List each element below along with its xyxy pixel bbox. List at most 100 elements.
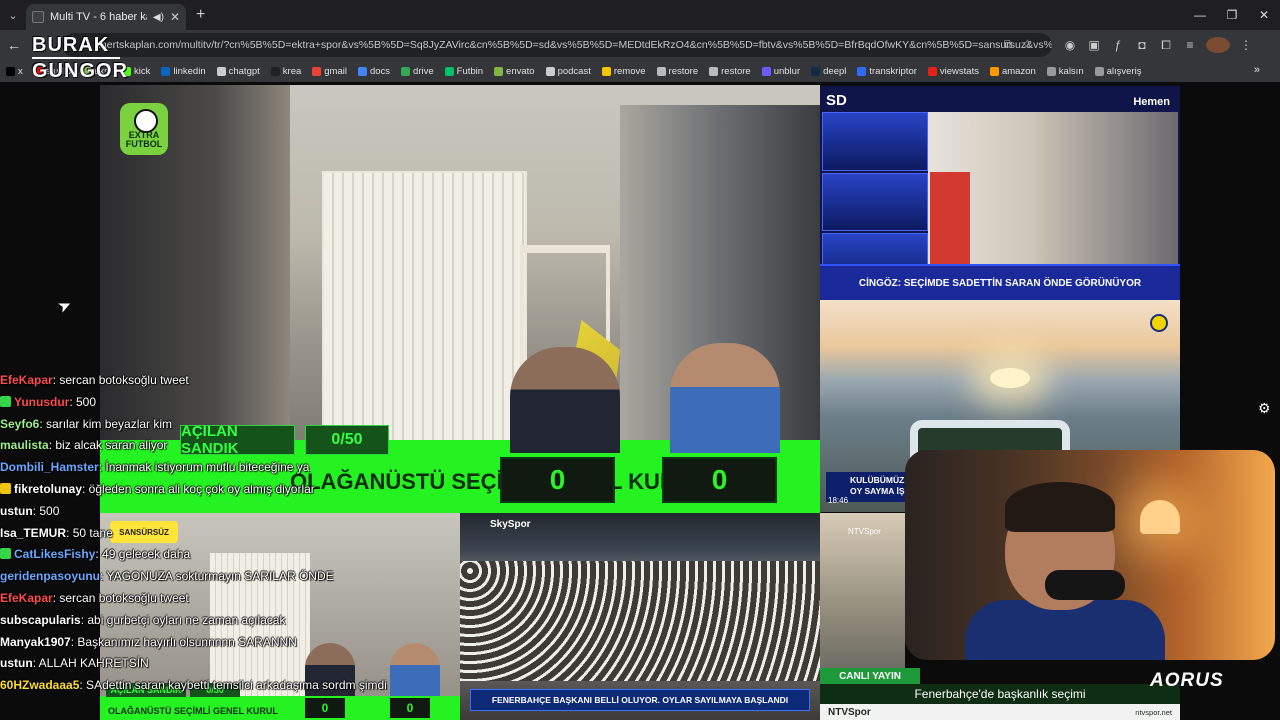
sunset-sun bbox=[990, 368, 1030, 388]
sport-headline: CİNGÖZ: SEÇİMDE SADETTİN SARAN ÖNDE GÖRÜ… bbox=[820, 264, 1180, 300]
fenerbahce-crest-icon bbox=[1150, 314, 1168, 332]
screen: ⌄ Multi TV - 6 haber kanalını aynı anda … bbox=[0, 0, 1280, 720]
aorus-logo: AORUS bbox=[1150, 670, 1224, 691]
chat-username[interactable]: CatLikesFishy bbox=[14, 547, 95, 561]
settings-gear-icon[interactable]: ⚙ bbox=[1258, 400, 1271, 417]
chat-username[interactable]: Seyfo6 bbox=[0, 417, 39, 431]
bookmark-favicon-icon bbox=[1046, 66, 1056, 76]
chat-message: maulista: biz alcak saran aliyor bbox=[0, 435, 460, 457]
chat-username[interactable]: 60HZwadaaa5 bbox=[0, 678, 79, 692]
bookmark-item[interactable]: x bbox=[6, 66, 23, 77]
chat-text: : öğleden sonra ali koç çok oy almış diy… bbox=[82, 481, 315, 496]
bookmark-item[interactable]: drive bbox=[401, 66, 434, 77]
bookmark-item[interactable]: gmail bbox=[312, 66, 347, 77]
back-button[interactable]: ← bbox=[0, 37, 28, 53]
chat-username[interactable]: Yunusdur bbox=[14, 395, 69, 409]
chat-username[interactable]: ustun bbox=[0, 504, 33, 518]
tab-title: Multi TV - 6 haber kanalını aynı anda bbox=[50, 11, 147, 23]
extension-image-icon[interactable]: ▣ bbox=[1082, 38, 1106, 52]
bookmark-item[interactable]: restore bbox=[656, 65, 699, 77]
extension-eyes-icon[interactable]: ◉ bbox=[1058, 38, 1082, 52]
bookmark-item[interactable]: docs bbox=[357, 65, 391, 77]
minimize-button[interactable]: — bbox=[1184, 0, 1216, 30]
bookmark-label: docs bbox=[369, 65, 391, 77]
bookmark-star-icon[interactable]: ⧉☆ bbox=[1004, 37, 1042, 52]
bookmark-item[interactable]: restore bbox=[709, 66, 751, 77]
bookmark-item[interactable]: chatgpt bbox=[216, 66, 260, 77]
chat-message: Isa_TEMUR: 50 tane bbox=[0, 523, 460, 545]
ntv-brand: NTVSpor bbox=[828, 706, 871, 718]
vote-count-right: 0 bbox=[662, 457, 777, 503]
bookmark-item[interactable]: transkriptor bbox=[857, 66, 917, 77]
extension-ft-icon[interactable]: ƒ bbox=[1106, 38, 1130, 52]
bookmark-item[interactable]: envato bbox=[494, 66, 535, 77]
bookmark-item[interactable]: krea bbox=[270, 66, 301, 77]
bookmark-item[interactable]: Futbin bbox=[444, 65, 484, 77]
tab-close-icon[interactable]: ✕ bbox=[170, 10, 180, 24]
skyspor-player[interactable]: SkySpor FENERBAHÇE BAŞKANI BELLİ OLUYOR.… bbox=[460, 513, 820, 720]
tab-multitv[interactable]: Multi TV - 6 haber kanalını aynı anda ◀)… bbox=[26, 4, 186, 30]
tab-audio-icon[interactable]: ◀) bbox=[153, 12, 164, 23]
chat-username[interactable]: subscapularis bbox=[0, 613, 81, 627]
chat-username[interactable]: maulista bbox=[0, 438, 49, 452]
chat-username[interactable]: fikretolunay bbox=[14, 482, 82, 496]
bookmark-label: podcast bbox=[557, 65, 591, 77]
chat-username[interactable]: Dombili_Hamster bbox=[0, 460, 99, 474]
extension-camera-icon[interactable]: ◘ bbox=[1130, 38, 1154, 52]
maximize-button[interactable]: ❐ bbox=[1216, 0, 1248, 30]
bookmark-favicon-icon bbox=[709, 66, 719, 76]
bookmark-item[interactable]: linkedin bbox=[161, 65, 206, 77]
bookmark-label: restore bbox=[668, 65, 699, 77]
media-control-icon[interactable]: ≡ bbox=[1178, 38, 1202, 52]
bookmark-item[interactable]: viewstats bbox=[927, 66, 979, 77]
sport-digital-player[interactable]: SD Hemen CİNGÖZ: SEÇİMDE SADETTİN SARAN … bbox=[820, 86, 1180, 300]
streamer-logo: BURAK GUNGOR bbox=[32, 33, 127, 83]
chat-username[interactable]: EfeKapar bbox=[0, 373, 53, 387]
bookmark-label: envato bbox=[506, 65, 535, 77]
bookmark-favicon-icon bbox=[656, 66, 666, 76]
bookmark-item[interactable]: amazon bbox=[989, 65, 1036, 77]
bookmark-label: Futbin bbox=[456, 65, 484, 77]
vote-count-left: 0 bbox=[500, 457, 615, 503]
bookmark-item[interactable]: unblur bbox=[761, 65, 801, 77]
chat-username[interactable]: geridenpasoyunu bbox=[0, 569, 100, 583]
chat-username[interactable]: Isa_TEMUR bbox=[0, 526, 66, 540]
chat-text: : sercan botoksoğlu tweet bbox=[52, 590, 189, 605]
bookmark-label: gmail bbox=[324, 65, 347, 77]
candidate-right-photo bbox=[670, 343, 780, 453]
chat-text: : Başkanımız hayırlı olsunnnnn SARANNN bbox=[70, 634, 297, 649]
bookmark-label: alışveriş bbox=[1106, 65, 1142, 77]
chat-username[interactable]: EfeKapar bbox=[0, 591, 53, 605]
bookmark-item[interactable]: podcast bbox=[545, 65, 591, 77]
chat-message: Yunusdur: 500 bbox=[0, 392, 460, 414]
bookmark-item[interactable]: kalsın bbox=[1046, 66, 1084, 77]
bookmark-label: linkedin bbox=[173, 65, 206, 77]
bookmark-item[interactable]: remove bbox=[601, 65, 646, 77]
bookmark-label: remove bbox=[613, 65, 646, 77]
extensions-puzzle-icon[interactable]: ⧠ bbox=[1154, 38, 1178, 53]
tab-search-icon[interactable]: ⌄ bbox=[0, 0, 26, 30]
new-tab-button[interactable]: + bbox=[196, 6, 205, 24]
profile-avatar[interactable] bbox=[1206, 37, 1230, 53]
skyspor-headline: FENERBAHÇE BAŞKANI BELLİ OLUYOR. OYLAR S… bbox=[470, 689, 810, 711]
bookmark-label: transkriptor bbox=[869, 65, 917, 77]
chat-badge-icon bbox=[0, 395, 11, 407]
bookmark-item[interactable]: alışveriş bbox=[1094, 65, 1142, 77]
ntvspor-watermark: NTVSpor bbox=[848, 527, 881, 536]
microphone bbox=[1045, 570, 1125, 600]
chat-username[interactable]: Manyak1907 bbox=[0, 635, 71, 649]
sd-logo: SD bbox=[826, 92, 847, 109]
menu-icon[interactable]: ⋮ bbox=[1234, 38, 1258, 52]
close-window-button[interactable]: ✕ bbox=[1248, 0, 1280, 30]
address-bar[interactable]: mertskaplan.com/multitv/tr/?cn%5B%5D=ekt… bbox=[62, 33, 1052, 57]
bookmark-label: amazon bbox=[1001, 65, 1036, 77]
ntv-footer: NTVSpor ntvspor.net bbox=[820, 704, 1180, 720]
chat-text: : İnanmak istiyorum mutlu biteceğine ya bbox=[98, 460, 310, 475]
chat-text: : YAGONUZA sokturmayın SARILAR ÖNDE bbox=[100, 569, 334, 584]
bookmark-item[interactable]: deepl bbox=[811, 66, 846, 77]
bookmarks-overflow-icon[interactable]: » bbox=[1254, 64, 1260, 76]
chat-badge-icon bbox=[0, 482, 11, 494]
bookmark-favicon-icon bbox=[312, 66, 322, 76]
chat-username[interactable]: ustun bbox=[0, 656, 33, 670]
bookmark-label: unblur bbox=[773, 65, 801, 77]
